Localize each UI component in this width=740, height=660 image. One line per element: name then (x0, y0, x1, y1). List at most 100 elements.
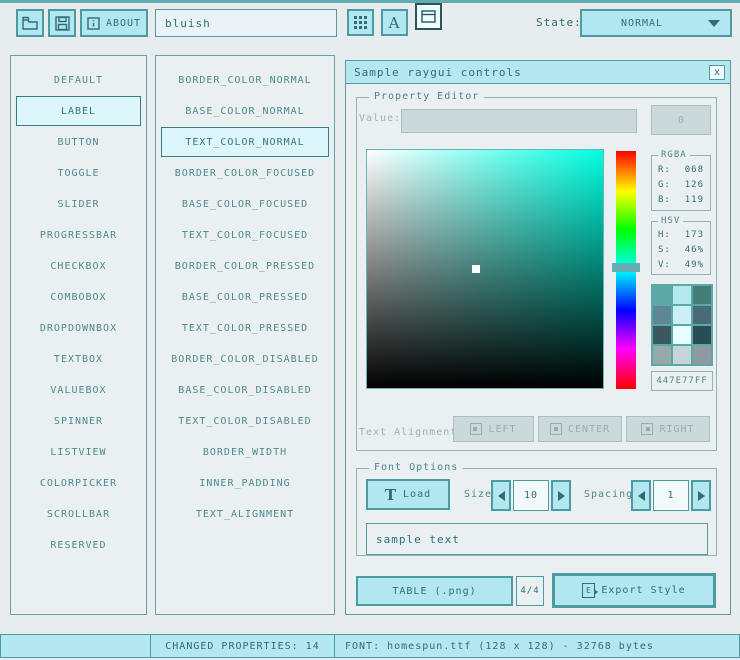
property-item[interactable]: BORDER_COLOR_NORMAL (161, 65, 329, 95)
status-cell-empty (0, 634, 151, 658)
property-item[interactable]: INNER_PADDING (161, 468, 329, 498)
control-item-dropdownbox[interactable]: DROPDOWNBOX (16, 313, 141, 343)
align-center-button[interactable]: CENTER (538, 416, 622, 442)
color-swatch[interactable] (653, 326, 671, 344)
color-swatch[interactable] (693, 306, 711, 324)
control-item-spinner[interactable]: SPINNER (16, 406, 141, 436)
property-item-selected[interactable]: TEXT_COLOR_NORMAL (161, 127, 329, 157)
status-font-info: FONT: homespun.ttf (128 x 128) - 32768 b… (334, 634, 740, 658)
color-swatch[interactable] (693, 346, 711, 364)
chevron-down-icon (708, 20, 720, 27)
hsv-group: HSV H:173 S:46% V:49% (651, 221, 711, 275)
properties-list: BORDER_COLOR_NORMAL BASE_COLOR_NORMAL TE… (155, 55, 335, 615)
about-button[interactable]: ABOUT (80, 9, 148, 37)
align-center-icon (550, 423, 562, 435)
control-item-colorpicker[interactable]: COLORPICKER (16, 468, 141, 498)
property-item[interactable]: TEXT_COLOR_DISABLED (161, 406, 329, 436)
hue-slider-handle[interactable] (612, 263, 640, 272)
value-box[interactable]: 0 (651, 105, 711, 135)
font-options-group-label: Font Options (369, 462, 463, 473)
r-value: 068 (685, 163, 704, 178)
save-style-button[interactable] (48, 9, 76, 37)
align-left-button[interactable]: LEFT (453, 416, 534, 442)
control-item-label[interactable]: LABEL (16, 96, 141, 126)
state-dropdown[interactable]: NORMAL (580, 9, 732, 37)
color-swatch[interactable] (673, 346, 691, 364)
color-saturation-value-picker[interactable] (366, 149, 604, 389)
control-item-slider[interactable]: SLIDER (16, 189, 141, 219)
folder-open-icon (22, 16, 38, 30)
property-item[interactable]: BASE_COLOR_PRESSED (161, 282, 329, 312)
spacing-value-box[interactable]: 1 (653, 480, 689, 511)
align-right-button[interactable]: RIGHT (626, 416, 710, 442)
b-value: 119 (685, 193, 704, 208)
control-item-toggle[interactable]: TOGGLE (16, 158, 141, 188)
property-item[interactable]: BASE_COLOR_NORMAL (161, 96, 329, 126)
window-titlebar[interactable]: Sample raygui controls x (346, 61, 730, 84)
hex-color-box[interactable]: 447E77FF (651, 371, 713, 391)
close-button[interactable]: x (709, 65, 725, 80)
sample-text-input[interactable] (366, 523, 708, 555)
control-item-reserved[interactable]: RESERVED (16, 530, 141, 560)
property-item[interactable]: BORDER_COLOR_FOCUSED (161, 158, 329, 188)
rgba-r-row: R:068 (652, 163, 710, 178)
control-item-button[interactable]: BUTTON (16, 127, 141, 157)
size-increment-button[interactable] (551, 480, 571, 511)
property-item[interactable]: BASE_COLOR_DISABLED (161, 375, 329, 405)
export-table-png-button[interactable]: TABLE (.png) (356, 576, 513, 606)
color-swatch[interactable] (653, 286, 671, 304)
control-item-textbox[interactable]: TEXTBOX (16, 344, 141, 374)
color-swatch[interactable] (653, 306, 671, 324)
arrow-right-icon (558, 491, 565, 501)
control-item-checkbox[interactable]: CHECKBOX (16, 251, 141, 281)
load-font-label: Load (403, 489, 431, 500)
controls-list: DEFAULT LABEL BUTTON TOGGLE SLIDER PROGR… (10, 55, 147, 615)
control-item-scrollbar[interactable]: SCROLLBAR (16, 499, 141, 529)
color-swatch[interactable] (673, 306, 691, 324)
h-value: 173 (685, 228, 704, 243)
export-format-count[interactable]: 4/4 (516, 576, 544, 606)
state-label: State: (536, 16, 582, 29)
value-label: Value: (359, 113, 401, 124)
property-item[interactable]: TEXT_COLOR_FOCUSED (161, 220, 329, 250)
color-swatch[interactable] (693, 326, 711, 344)
property-item[interactable]: BORDER_COLOR_PRESSED (161, 251, 329, 281)
grid-view-button[interactable] (347, 9, 374, 36)
export-style-button[interactable]: E Export Style (552, 573, 716, 608)
control-item-valuebox[interactable]: VALUEBOX (16, 375, 141, 405)
control-item-default[interactable]: DEFAULT (16, 65, 141, 95)
style-name-input[interactable] (155, 9, 337, 37)
color-swatch[interactable] (673, 326, 691, 344)
font-view-button[interactable]: A (381, 9, 408, 36)
open-style-button[interactable] (16, 9, 44, 37)
control-item-progressbar[interactable]: PROGRESSBAR (16, 220, 141, 250)
sample-controls-window: Sample raygui controls x Property Editor… (345, 60, 731, 615)
control-item-combobox[interactable]: COMBOBOX (16, 282, 141, 312)
control-item-listview[interactable]: LISTVIEW (16, 437, 141, 467)
window-view-toggle-active[interactable] (415, 3, 442, 30)
property-editor-group-label: Property Editor (369, 91, 484, 102)
floppy-disk-icon (55, 16, 70, 31)
hsv-h-row: H:173 (652, 228, 710, 243)
spacing-decrement-button[interactable] (631, 480, 651, 511)
color-picker-cursor[interactable] (472, 265, 480, 273)
arrow-right-icon (698, 491, 705, 501)
size-value-box[interactable]: 10 (513, 480, 549, 511)
color-swatch[interactable] (673, 286, 691, 304)
property-item[interactable]: TEXT_ALIGNMENT (161, 499, 329, 529)
size-decrement-button[interactable] (491, 480, 511, 511)
value-slider[interactable] (401, 109, 637, 133)
letter-t-icon: T (385, 486, 397, 504)
property-item[interactable]: BASE_COLOR_FOCUSED (161, 189, 329, 219)
hex-color-value: 447E77FF (656, 376, 707, 386)
color-swatch[interactable] (693, 286, 711, 304)
g-value: 126 (685, 178, 704, 193)
color-swatch[interactable] (653, 346, 671, 364)
property-item[interactable]: BORDER_COLOR_DISABLED (161, 344, 329, 374)
load-font-button[interactable]: T Load (366, 479, 450, 510)
property-item[interactable]: TEXT_COLOR_PRESSED (161, 313, 329, 343)
property-item[interactable]: BORDER_WIDTH (161, 437, 329, 467)
spacing-increment-button[interactable] (691, 480, 711, 511)
toolbar: ABOUT A State: NORMAL (0, 3, 740, 45)
status-bar: CHANGED PROPERTIES: 14 FONT: homespun.tt… (0, 634, 740, 658)
